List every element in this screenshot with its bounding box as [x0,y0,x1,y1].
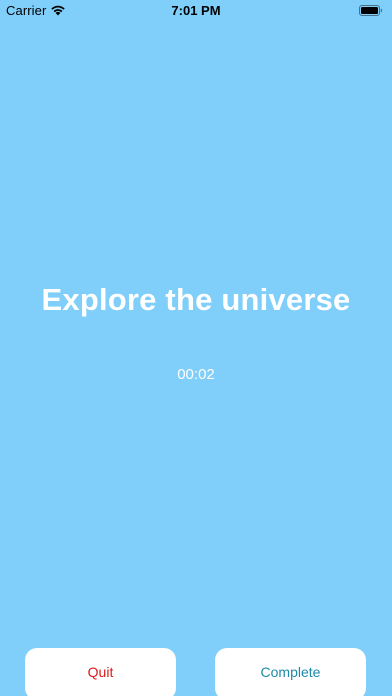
complete-button[interactable]: Complete [215,648,366,696]
focus-screen: Carrier 7:01 PM Explore the universe 00:… [0,0,392,696]
status-bar: Carrier 7:01 PM [0,0,392,22]
task-title: Explore the universe [41,282,351,317]
status-time: 7:01 PM [171,3,221,18]
battery-icon [359,5,383,16]
quit-button[interactable]: Quit [25,648,176,696]
elapsed-timer: 00:02 [177,366,215,383]
